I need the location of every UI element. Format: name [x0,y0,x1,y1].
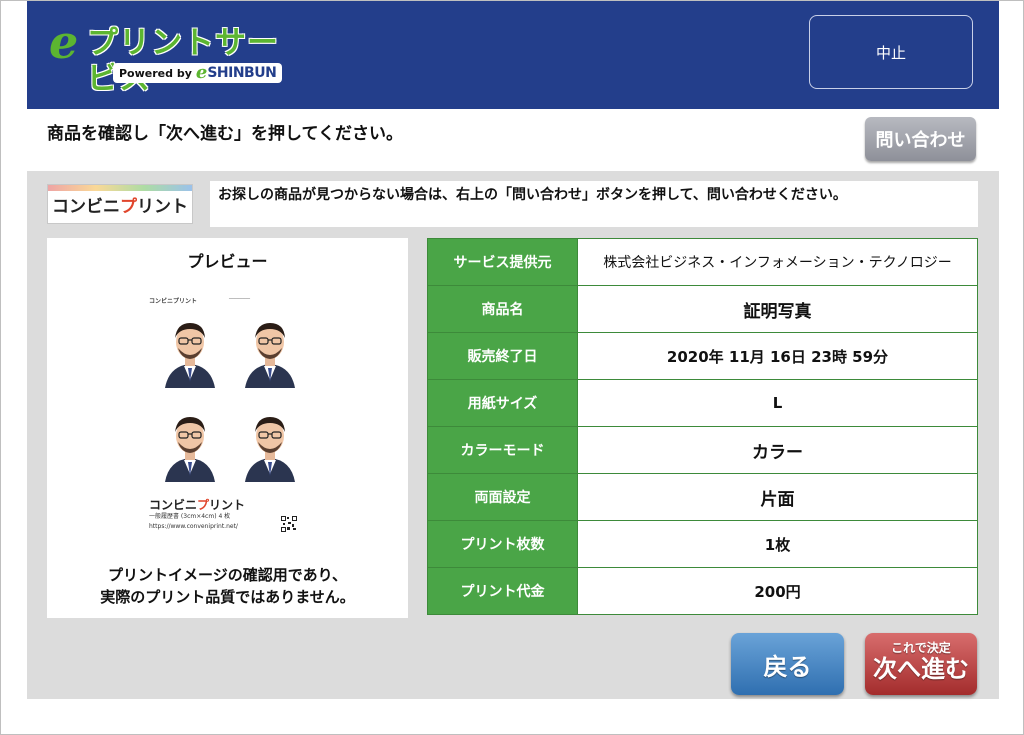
conveni-print-logo-text: コンビニプリント [52,192,188,217]
sheet-brand-part: コンビニ [149,498,198,512]
next-button-label: 次へ進む [873,655,969,683]
preview-title: プレビュー [187,252,268,271]
table-row: サービス提供元 株式会社ビジネス・インフォメーション・テクノロジー [427,238,978,286]
app-frame: e プリントサービス Powered by e SHINBUN 中止 商品を確認… [0,0,1024,735]
row-value: カラー [577,426,978,474]
powered-by-text: Powered by [119,66,192,80]
portrait-photo [239,314,301,388]
table-row: 用紙サイズ L [427,379,978,427]
preview-note: プリントイメージの確認用であり、 実際のプリント品質ではありません。 [47,564,408,608]
powered-by-badge: Powered by e SHINBUN [113,62,283,83]
row-value: 証明写真 [577,285,978,333]
header-bar: e プリントサービス Powered by e SHINBUN 中止 [27,1,999,109]
back-button[interactable]: 戻る [731,633,844,695]
portrait-photo [239,408,301,482]
row-label: 用紙サイズ [427,379,578,427]
next-button-caption: これで決定 [891,641,951,655]
preview-image: コンビニプリント ─────── コンビニプリント 一般履歴書 (3cm×4cm… [149,294,305,540]
preview-note-line1: プリントイメージの確認用であり、 [108,566,347,584]
table-row: プリント代金 200円 [427,567,978,615]
eprint-service-logo: e プリントサービス Powered by e SHINBUN [49,15,299,97]
row-label: カラーモード [427,426,578,474]
table-row: 販売終了日 2020年 11月 16日 23時 59分 [427,332,978,380]
row-value: 株式会社ビジネス・インフォメーション・テクノロジー [577,238,978,286]
logo-title: プリントサービス [87,25,279,97]
table-row: 両面設定 片面 [427,473,978,521]
next-button[interactable]: これで決定 次へ進む [865,633,977,695]
row-value: 1枚 [577,520,978,568]
sheet-subtitle: 一般履歴書 (3cm×4cm) 4 枚 [149,513,231,520]
row-label: 両面設定 [427,473,578,521]
sheet-header-brand: コンビニプリント [149,298,198,305]
table-row: カラーモード カラー [427,426,978,474]
row-value: 2020年 11月 16日 23時 59分 [577,332,978,380]
table-row: 商品名 証明写真 [427,285,978,333]
logo-text-part: コンビニ [52,196,120,217]
content-panel: コンビニプリント お探しの商品が見つからない場合は、右上の「問い合わせ」ボタンを… [27,171,999,699]
logo-text-part: リント [137,196,188,217]
row-value: 片面 [577,473,978,521]
row-label: 商品名 [427,285,578,333]
portrait-photo [159,408,221,482]
cancel-button[interactable]: 中止 [809,15,973,89]
row-label: サービス提供元 [427,238,578,286]
sheet-header-info: ─────── [229,296,251,302]
instruction-text: 商品を確認し「次へ進む」を押してください。 [47,124,403,144]
powered-e-mark: e [195,62,208,83]
sheet-brand-part: リント [209,498,246,512]
row-label: プリント枚数 [427,520,578,568]
logo-text-accent: プ [120,196,137,217]
table-row: プリント枚数 1枚 [427,520,978,568]
portrait-photo [159,314,221,388]
row-value: 200円 [577,567,978,615]
logo-e-mark: e [49,15,79,69]
row-value: L [577,379,978,427]
product-details-table: サービス提供元 株式会社ビジネス・インフォメーション・テクノロジー 商品名 証明… [427,238,978,615]
inquiry-button[interactable]: 問い合わせ [865,117,976,161]
conveni-print-logo: コンビニプリント [47,184,193,224]
notice-text: お探しの商品が見つからない場合は、右上の「問い合わせ」ボタンを押して、問い合わせ… [210,181,978,227]
row-label: プリント代金 [427,567,578,615]
row-label: 販売終了日 [427,332,578,380]
qr-code-icon [281,516,297,532]
sheet-brand-accent: プ [197,498,210,512]
preview-note-line2: 実際のプリント品質ではありません。 [100,588,355,606]
logo-stripe [48,185,192,191]
preview-panel: プレビュー コンビニプリント ─────── コンビニプリント 一般履歴書 (3… [47,238,408,618]
sheet-url: https://www.conveniprint.net/ [149,523,238,530]
powered-brand: SHINBUN [207,65,277,81]
